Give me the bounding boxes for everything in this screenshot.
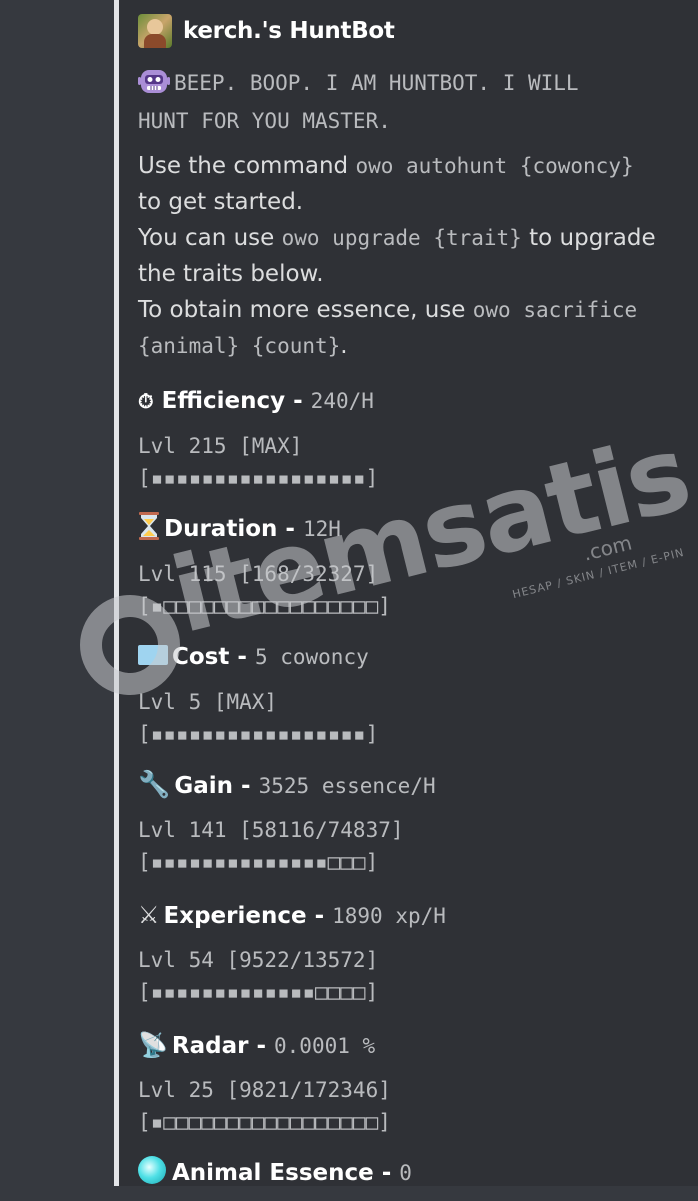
field-title: Cost - 5 cowoncy — [138, 640, 698, 674]
field-title: ⚔ Experience - 1890 xp/H — [138, 898, 698, 932]
discord-message-view: kerch.'s HuntBot BEEP. BOOP. I AM HUNTBO… — [0, 0, 698, 1201]
crossed-swords-icon: ⚔ — [138, 901, 160, 929]
author-name[interactable]: kerch.'s HuntBot — [183, 18, 395, 44]
field-level: Lvl 141 [58116/74837] — [138, 818, 404, 842]
field-name: Animal Essence — [172, 1160, 374, 1186]
field-efficiency: ⏱ Efficiency - 240/H Lvl 215 [MAX] [▪▪▪▪… — [138, 384, 698, 494]
field-value: 1890 xp/H — [332, 904, 446, 928]
field-separator: - — [229, 644, 255, 670]
field-duration: Duration - 12H Lvl 115 [168/32327] [▪□□□… — [138, 512, 698, 622]
field-body: Lvl 215 [MAX] [▪▪▪▪▪▪▪▪▪▪▪▪▪▪▪▪▪] — [138, 430, 698, 494]
desc-text: To obtain more essence, use — [138, 297, 473, 323]
ticket-icon — [138, 645, 168, 665]
field-experience: ⚔ Experience - 1890 xp/H Lvl 54 [9522/135… — [138, 898, 698, 1008]
progress-bar: [▪▪▪▪▪▪▪▪▪▪▪▪▪▪□□□] — [138, 850, 379, 874]
desc-text: You can use — [138, 225, 282, 251]
field-title: 📡 Radar - 0.0001 % — [138, 1028, 698, 1062]
field-body: Lvl 141 [58116/74837] [▪▪▪▪▪▪▪▪▪▪▪▪▪▪□□□… — [138, 814, 698, 878]
field-name: Radar — [171, 1033, 249, 1059]
embed-author: kerch.'s HuntBot — [138, 12, 698, 50]
field-name: Efficiency — [161, 388, 286, 414]
field-animal-essence: Animal Essence - 0 — [138, 1156, 698, 1190]
greeting-line2: HUNT FOR YOU MASTER. — [138, 109, 391, 133]
autohunt-command: owo autohunt {cowoncy} — [355, 154, 634, 178]
field-level: Lvl 115 [168/32327] — [138, 562, 379, 586]
desc-text: . — [340, 333, 348, 359]
desc-text: Use the command — [138, 153, 356, 179]
field-name: Duration — [164, 516, 278, 542]
progress-bar: [▪□□□□□□□□□□□□□□□□□] — [138, 594, 391, 618]
field-name: Cost — [172, 644, 230, 670]
field-title: Duration - 12H — [138, 512, 698, 546]
field-value: 0 — [399, 1161, 412, 1185]
field-level: Lvl 215 [MAX] — [138, 434, 303, 458]
field-name: Gain — [174, 773, 234, 799]
progress-bar: [▪□□□□□□□□□□□□□□□□□] — [138, 1110, 391, 1134]
desc-text: the traits below. — [138, 261, 324, 287]
field-body: Lvl 25 [9821/172346] [▪□□□□□□□□□□□□□□□□□… — [138, 1074, 698, 1138]
huntbot-embed: kerch.'s HuntBot BEEP. BOOP. I AM HUNTBO… — [114, 0, 698, 1186]
field-title: ⏱ Efficiency - 240/H — [138, 384, 698, 418]
field-separator: - — [373, 1160, 400, 1186]
field-cost: Cost - 5 cowoncy Lvl 5 [MAX] [▪▪▪▪▪▪▪▪▪▪… — [138, 640, 698, 750]
field-value: 0.0001 % — [274, 1034, 376, 1058]
progress-bar: [▪▪▪▪▪▪▪▪▪▪▪▪▪□□□□] — [138, 980, 379, 1004]
sacrifice-command: owo sacrifice — [472, 298, 638, 322]
field-separator: - — [306, 903, 333, 929]
robot-icon — [138, 67, 170, 95]
field-value: 240/H — [310, 389, 374, 413]
field-gain: 🔧 Gain - 3525 essence/H Lvl 141 [58116/74… — [138, 768, 698, 878]
field-separator: - — [248, 1033, 275, 1059]
field-name: Experience — [163, 903, 307, 929]
field-level: Lvl 25 [9821/172346] — [138, 1078, 391, 1102]
field-separator: - — [285, 388, 311, 414]
field-body: Lvl 5 [MAX] [▪▪▪▪▪▪▪▪▪▪▪▪▪▪▪▪▪] — [138, 686, 698, 750]
orb-icon — [138, 1156, 166, 1184]
desc-text: to upgrade — [521, 225, 656, 251]
hourglass-icon — [138, 512, 160, 540]
embed-content: kerch.'s HuntBot BEEP. BOOP. I AM HUNTBO… — [138, 12, 698, 1190]
field-value: 5 cowoncy — [254, 645, 369, 669]
field-body: Lvl 54 [9522/13572] [▪▪▪▪▪▪▪▪▪▪▪▪▪□□□□] — [138, 944, 698, 1008]
progress-bar: [▪▪▪▪▪▪▪▪▪▪▪▪▪▪▪▪▪] — [138, 722, 379, 746]
field-body: Lvl 115 [168/32327] [▪□□□□□□□□□□□□□□□□□] — [138, 558, 698, 622]
wrench-icon: 🔧 — [138, 770, 171, 800]
embed-description: Use the command owo autohunt {cowoncy} t… — [138, 148, 690, 364]
field-level: Lvl 54 [9522/13572] — [138, 948, 379, 972]
field-separator: - — [233, 773, 259, 799]
field-separator: - — [277, 516, 303, 542]
field-value: 12H — [302, 517, 341, 541]
field-level: Lvl 5 [MAX] — [138, 690, 278, 714]
huntbot-greeting: BEEP. BOOP. I AM HUNTBOT. I WILL HUNT FO… — [138, 64, 698, 140]
greeting-line1: BEEP. BOOP. I AM HUNTBOT. I WILL — [174, 71, 579, 95]
author-avatar[interactable] — [138, 14, 172, 48]
timer-icon: ⏱ — [138, 389, 154, 413]
sacrifice-args: {animal} {count} — [138, 334, 341, 358]
progress-bar: [▪▪▪▪▪▪▪▪▪▪▪▪▪▪▪▪▪] — [138, 466, 379, 490]
desc-text: to get started. — [138, 189, 304, 215]
field-radar: 📡 Radar - 0.0001 % Lvl 25 [9821/172346] [… — [138, 1028, 698, 1138]
field-title: 🔧 Gain - 3525 essence/H — [138, 768, 698, 802]
satellite-icon: 📡 — [138, 1031, 168, 1059]
upgrade-command: owo upgrade {trait} — [281, 226, 522, 250]
field-value: 3525 essence/H — [258, 774, 436, 798]
field-title: Animal Essence - 0 — [138, 1156, 698, 1190]
